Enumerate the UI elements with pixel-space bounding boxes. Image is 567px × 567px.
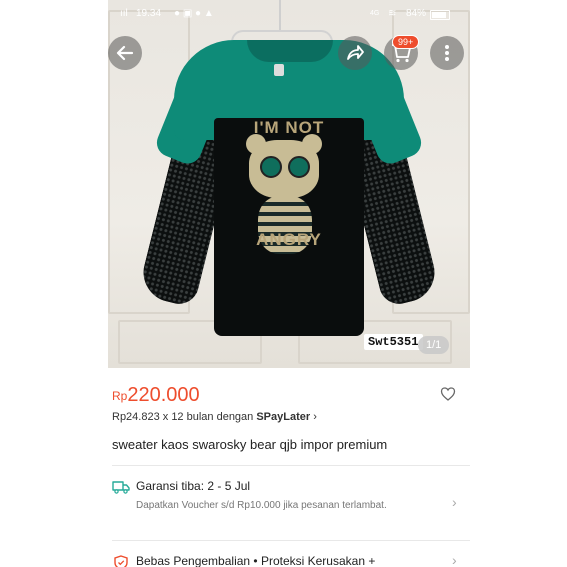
shipping-guarantee-row[interactable]: Garansi tiba: 2 - 5 Jul Dapatkan Voucher… [112, 478, 466, 528]
share-button[interactable] [338, 36, 372, 70]
shield-icon [114, 555, 128, 567]
share-icon [347, 45, 364, 60]
product-title: sweater kaos swarosky bear qjb impor pre… [112, 437, 388, 452]
sku-label: Swt5351 [364, 334, 424, 350]
returns-text: Bebas Pengembalian • Proteksi Kerusakan … [136, 554, 376, 567]
wifi-icon: ≋ [388, 8, 397, 19]
bear-eye [260, 156, 282, 178]
chevron-right-icon: › [452, 552, 457, 567]
more-vertical-icon [445, 45, 449, 61]
shipping-subtitle: Dapatkan Voucher s/d Rp10.000 jika pesan… [136, 500, 387, 511]
status-bar: ııl 19.34 ● ▣ ● ▲ 4G ≋ 84% [108, 0, 470, 28]
returns-row[interactable]: Bebas Pengembalian • Proteksi Kerusakan … [112, 552, 466, 567]
battery-icon [430, 10, 450, 20]
spaylater-label: SPayLater [256, 411, 311, 423]
shipping-title: Garansi tiba: 2 - 5 Jul [136, 479, 251, 493]
chevron-right-icon: › [452, 494, 457, 510]
network-label: 4G [370, 10, 380, 17]
divider [112, 465, 470, 466]
truck-icon [112, 481, 130, 494]
image-pager: 1/1 [418, 336, 450, 354]
installment-info[interactable]: Rp24.823 x 12 bulan dengan SPayLater › [112, 411, 317, 423]
chevron-right-icon: › [313, 411, 317, 423]
installment-text: Rp24.823 x 12 bulan dengan [112, 411, 257, 423]
cart-badge: 99+ [392, 35, 420, 49]
sweater-label [274, 64, 284, 76]
bear-eye [288, 156, 310, 178]
sweater-collar [247, 40, 333, 62]
arrow-left-icon [116, 45, 134, 61]
product-page: I'M NOT ANGRY Swt5351 1/1 ııl 19.34 ● ▣ … [108, 0, 470, 567]
product-price: Rp220.000 [112, 384, 200, 407]
print-text-bottom: ANGRY [256, 230, 322, 249]
print-text-top: I'M NOT [253, 118, 325, 137]
price-amount: 220.000 [127, 384, 200, 406]
price-currency: Rp [112, 389, 128, 403]
signal-icon: ııl [120, 8, 128, 19]
notification-icons: ● ▣ ● ▲ [174, 8, 214, 19]
heart-icon[interactable] [440, 386, 456, 402]
status-time: 19.34 [136, 8, 162, 19]
more-button[interactable] [430, 36, 464, 70]
battery-level: 84% [406, 8, 427, 19]
back-button[interactable] [108, 36, 142, 70]
divider [112, 540, 470, 541]
